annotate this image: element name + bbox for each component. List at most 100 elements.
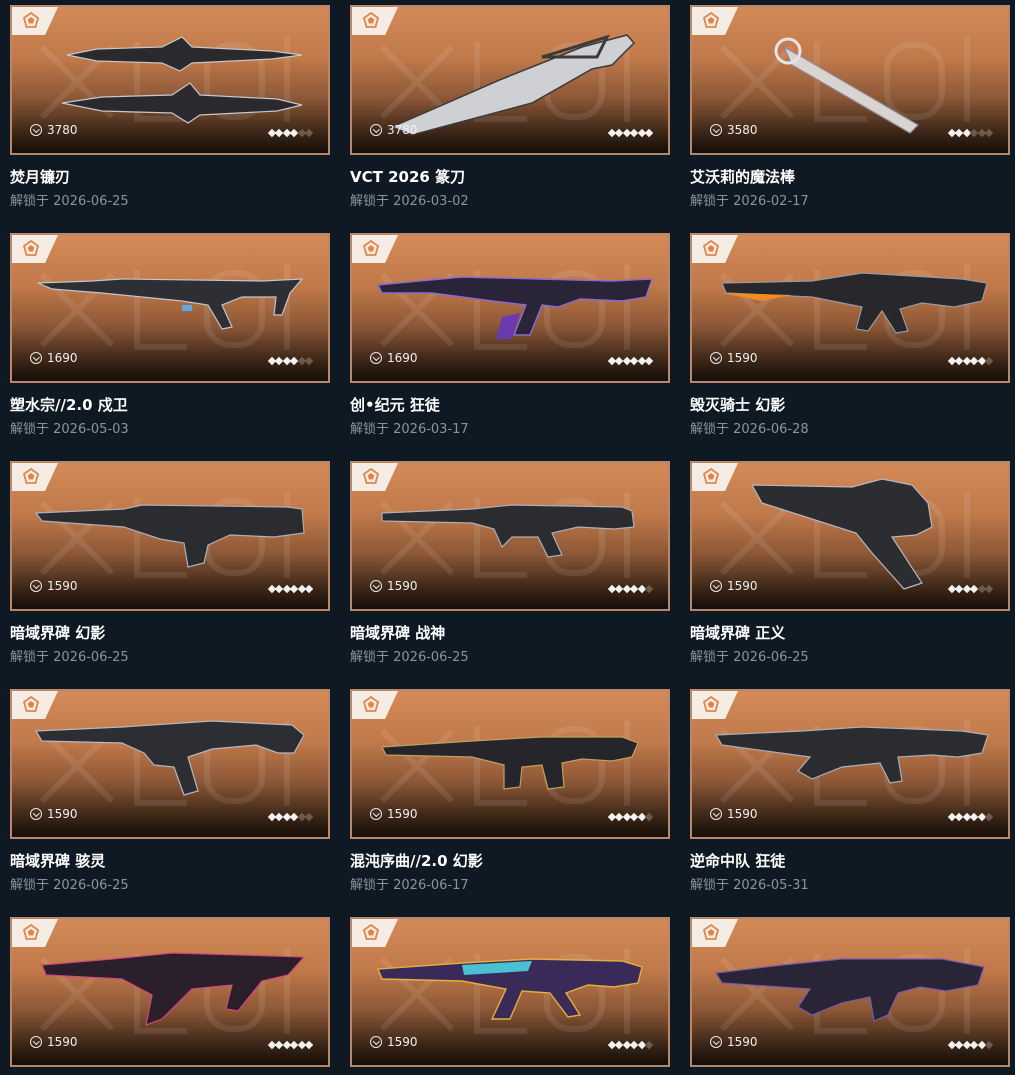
vp-currency-icon	[710, 124, 722, 136]
skin-thumbnail[interactable]: 1590	[690, 233, 1010, 383]
diamond-rating-icon	[304, 128, 314, 138]
skin-card[interactable]: 1590 暗域界碑 正义 解锁于 2026-06-25	[690, 461, 1010, 665]
rating-diamonds	[607, 1040, 654, 1050]
skin-card[interactable]: 1690 塑水宗//2.0 戍卫 解锁于 2026-05-03	[10, 233, 330, 437]
diamond-rating-icon	[984, 812, 994, 822]
price-value: 1690	[47, 351, 78, 365]
skin-name: 艾沃莉的魔法棒	[690, 168, 796, 186]
skin-thumbnail[interactable]: 1590	[690, 689, 1010, 839]
skin-thumbnail[interactable]: 1590	[350, 689, 670, 839]
skin-name: 混沌序曲//2.0 幻影	[350, 852, 483, 870]
rating-diamonds	[947, 1040, 994, 1050]
skin-thumbnail[interactable]: 1590	[690, 461, 1010, 611]
vp-currency-icon	[30, 124, 42, 136]
price-value: 1590	[387, 807, 418, 821]
vp-currency-icon	[370, 580, 382, 592]
skin-thumbnail[interactable]: 1690	[10, 233, 330, 383]
diamond-rating-icon	[984, 584, 994, 594]
skin-card[interactable]: 3580 艾沃莉的魔法棒 解锁于 2026-02-17	[690, 5, 1010, 209]
unlock-date: 解锁于 2026-03-17	[350, 422, 469, 437]
skin-card[interactable]: 1590 混沌序曲//2.0 幻影 解锁于 2026-06-17	[350, 689, 670, 893]
skin-thumbnail[interactable]: 1590	[690, 917, 1010, 1067]
skin-card[interactable]: 1590 暗域界碑 幻影 解锁于 2026-06-25	[10, 461, 330, 665]
vp-currency-icon	[710, 580, 722, 592]
rating-diamonds	[607, 584, 654, 594]
unlock-date: 解锁于 2026-06-28	[690, 422, 809, 437]
skin-thumbnail[interactable]: 3580	[690, 5, 1010, 155]
price-tag: 1590	[370, 1035, 418, 1049]
skin-thumbnail[interactable]: 1590	[10, 461, 330, 611]
skin-card[interactable]: 1590	[10, 917, 330, 1067]
skin-name: 毁灭骑士 幻影	[690, 396, 786, 414]
price-tag: 1690	[370, 351, 418, 365]
skin-name: 创•纪元 狂徒	[350, 396, 440, 414]
skin-name: VCT 2026 篆刀	[350, 168, 466, 186]
skin-thumbnail[interactable]: 1590	[10, 917, 330, 1067]
price-value: 1590	[727, 807, 758, 821]
price-value: 3580	[727, 123, 758, 137]
skin-thumbnail[interactable]: 1590	[10, 689, 330, 839]
price-value: 1590	[387, 1035, 418, 1049]
skin-card[interactable]: 1590	[690, 917, 1010, 1067]
rating-diamonds	[947, 812, 994, 822]
skin-card[interactable]: 1590 逆命中队 狂徒 解锁于 2026-05-31	[690, 689, 1010, 893]
price-tag: 1590	[710, 579, 758, 593]
price-value: 1590	[727, 579, 758, 593]
rating-diamonds	[947, 356, 994, 366]
skin-card[interactable]: 1590	[350, 917, 670, 1067]
price-tag: 1590	[30, 1035, 78, 1049]
rating-diamonds	[267, 356, 314, 366]
skin-thumbnail[interactable]: 1590	[350, 917, 670, 1067]
skin-card[interactable]: 3780 VCT 2026 篆刀 解锁于 2026-03-02	[350, 5, 670, 209]
price-tag: 1590	[370, 807, 418, 821]
diamond-rating-icon	[304, 584, 314, 594]
unlock-date: 解锁于 2026-06-25	[350, 650, 469, 665]
skin-card[interactable]: 3780 焚月镰刃 解锁于 2026-06-25	[10, 5, 330, 209]
skin-name: 焚月镰刃	[10, 168, 71, 186]
price-tag: 1690	[30, 351, 78, 365]
skin-thumbnail[interactable]: 3780	[10, 5, 330, 155]
skin-name: 塑水宗//2.0 戍卫	[10, 396, 128, 414]
vp-currency-icon	[710, 808, 722, 820]
unlock-date: 解锁于 2026-03-02	[350, 194, 469, 209]
unlock-date: 解锁于 2026-06-25	[10, 650, 129, 665]
price-tag: 1590	[370, 579, 418, 593]
diamond-rating-icon	[984, 128, 994, 138]
rating-diamonds	[267, 584, 314, 594]
skin-thumbnail[interactable]: 1590	[350, 461, 670, 611]
skin-card[interactable]: 1590 暗域界碑 骇灵 解锁于 2026-06-25	[10, 689, 330, 893]
price-tag: 3780	[370, 123, 418, 137]
skin-card[interactable]: 1690 创•纪元 狂徒 解锁于 2026-03-17	[350, 233, 670, 437]
vp-currency-icon	[30, 1036, 42, 1048]
skin-card[interactable]: 1590 毁灭骑士 幻影 解锁于 2026-06-28	[690, 233, 1010, 437]
price-value: 3780	[47, 123, 78, 137]
price-value: 1590	[387, 579, 418, 593]
price-tag: 3580	[710, 123, 758, 137]
diamond-rating-icon	[304, 812, 314, 822]
price-value: 3780	[387, 123, 418, 137]
skin-thumbnail[interactable]: 3780	[350, 5, 670, 155]
skin-card[interactable]: 1590 暗域界碑 战神 解锁于 2026-06-25	[350, 461, 670, 665]
price-value: 1590	[727, 351, 758, 365]
unlock-date: 解锁于 2026-05-31	[690, 878, 809, 893]
price-tag: 1590	[710, 807, 758, 821]
diamond-rating-icon	[644, 812, 654, 822]
diamond-rating-icon	[644, 584, 654, 594]
diamond-rating-icon	[644, 1040, 654, 1050]
price-tag: 3780	[30, 123, 78, 137]
vp-currency-icon	[710, 352, 722, 364]
skin-name: 逆命中队 狂徒	[690, 852, 786, 870]
vp-currency-icon	[370, 808, 382, 820]
vp-currency-icon	[710, 1036, 722, 1048]
skin-thumbnail[interactable]: 1690	[350, 233, 670, 383]
rating-diamonds	[947, 128, 994, 138]
price-value: 1690	[387, 351, 418, 365]
rating-diamonds	[607, 356, 654, 366]
diamond-rating-icon	[304, 356, 314, 366]
skin-name: 暗域界碑 骇灵	[10, 852, 106, 870]
rating-diamonds	[267, 1040, 314, 1050]
price-tag: 1590	[30, 807, 78, 821]
vp-currency-icon	[370, 124, 382, 136]
rating-diamonds	[267, 128, 314, 138]
diamond-rating-icon	[644, 356, 654, 366]
